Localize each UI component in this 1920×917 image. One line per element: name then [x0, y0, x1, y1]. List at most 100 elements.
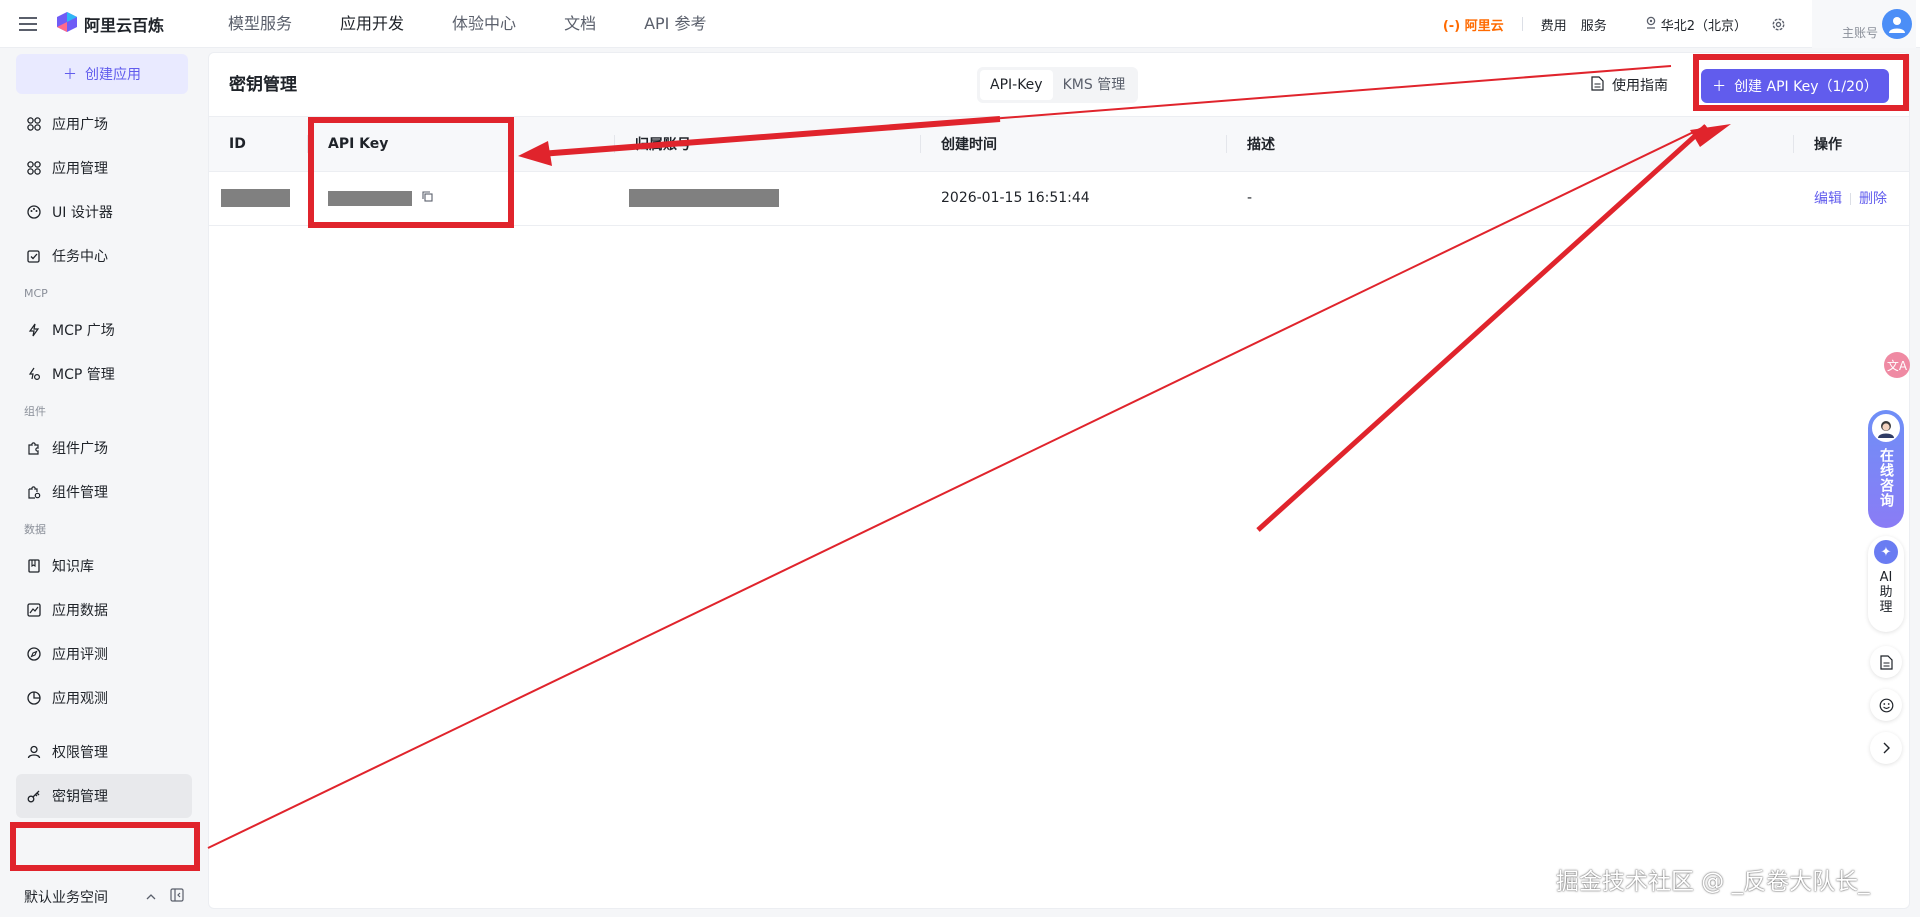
workspace-selector[interactable]: 默认业务空间	[16, 877, 192, 917]
lightning-icon	[26, 322, 42, 338]
billing-link[interactable]: 费用	[1541, 15, 1567, 34]
aliyun-logo[interactable]: (-) 阿里云	[1443, 15, 1504, 34]
sidebar-item-app-manage[interactable]: 应用管理	[16, 146, 192, 190]
region-selector[interactable]: 华北2（北京）	[1645, 15, 1747, 34]
translate-icon[interactable]: 文A	[1884, 352, 1910, 378]
usage-guide-label: 使用指南	[1612, 78, 1668, 94]
col-id: ID	[209, 117, 308, 172]
sidebar-item-label: 应用评测	[52, 647, 108, 663]
create-app-label: 创建应用	[85, 67, 141, 83]
smiley-feedback-icon[interactable]	[1870, 689, 1902, 721]
sidebar-item-mcp-manage[interactable]: MCP 管理	[16, 352, 192, 396]
sidebar-item-label: 应用数据	[52, 603, 108, 619]
settings-gear-icon[interactable]	[1771, 17, 1786, 32]
agent-avatar-icon	[1872, 414, 1900, 442]
collapse-sidebar-icon[interactable]	[170, 888, 184, 906]
sidebar-item-label: 组件广场	[52, 441, 108, 457]
pie-chart-icon	[26, 690, 42, 706]
col-created-time: 创建时间	[921, 117, 1227, 172]
redacted-api-key	[328, 190, 412, 206]
sidebar-item-label: 权限管理	[52, 745, 108, 761]
col-owner-label: 归属账号	[635, 136, 691, 153]
user-avatar-icon	[1882, 9, 1912, 39]
sidebar-item-label: 应用管理	[52, 161, 108, 177]
chevron-up-icon[interactable]	[146, 889, 156, 905]
create-app-button[interactable]: ＋ 创建应用	[16, 54, 188, 94]
palette-icon	[26, 204, 42, 220]
nav-app-dev[interactable]: 应用开发	[316, 0, 428, 48]
brand-logo[interactable]: 阿里云百炼	[56, 11, 164, 37]
sidebar-item-label: MCP 广场	[52, 323, 115, 339]
nav-docs[interactable]: 文档	[540, 0, 620, 48]
col-actions: 操作	[1794, 117, 1909, 172]
plus-icon: ＋	[1712, 79, 1727, 95]
sidebar-item-component-plaza[interactable]: 组件广场	[16, 426, 192, 470]
cell-owner-account	[615, 171, 921, 226]
online-consult-button[interactable]: 在线咨询	[1868, 410, 1904, 528]
cell-created-time: 2026-01-15 16:51:44	[921, 171, 1227, 226]
user-icon	[26, 744, 42, 760]
sidebar-item-label: 任务中心	[52, 249, 108, 265]
edit-link[interactable]: 编辑	[1814, 191, 1842, 207]
sidebar-item-permissions[interactable]: 权限管理	[16, 730, 192, 774]
sidebar-item-label: 应用广场	[52, 117, 108, 133]
sidebar-item-label: UI 设计器	[52, 205, 113, 221]
sidebar-item-key-manage[interactable]: 密钥管理	[16, 774, 192, 818]
sidebar-item-ui-designer[interactable]: UI 设计器	[16, 190, 192, 234]
brand-name: 阿里云百炼	[84, 15, 165, 35]
page-title: 密钥管理	[229, 75, 297, 95]
sidebar-item-component-manage[interactable]: 组件管理	[16, 470, 192, 514]
sidebar-item-app-plaza[interactable]: 应用广场	[16, 102, 192, 146]
nav-api-ref[interactable]: API 参考	[620, 0, 730, 48]
tab-kms[interactable]: KMS 管理	[1053, 70, 1136, 100]
sidebar-item-app-data[interactable]: 应用数据	[16, 588, 192, 632]
key-icon	[26, 788, 42, 804]
cell-id	[209, 171, 308, 226]
sidebar-item-app-observe[interactable]: 应用观测	[16, 676, 192, 720]
chevron-right-icon[interactable]	[1870, 732, 1902, 764]
col-created-label: 创建时间	[941, 136, 997, 153]
sidebar-item-knowledge-base[interactable]: 知识库	[16, 544, 192, 588]
tab-api-key[interactable]: API-Key	[980, 70, 1053, 100]
hamburger-menu-icon[interactable]	[0, 0, 56, 48]
region-label: 华北2（北京）	[1660, 18, 1747, 34]
redacted-account	[629, 189, 779, 207]
puzzle-icon	[26, 440, 42, 456]
workspace-controls	[146, 888, 184, 906]
redacted-id	[221, 189, 290, 207]
col-description: 描述	[1227, 117, 1794, 172]
sidebar-item-label: 知识库	[52, 559, 94, 575]
online-consult-label: 在线咨询	[1878, 448, 1894, 508]
task-icon	[26, 248, 42, 264]
doc-float-icon[interactable]	[1870, 646, 1902, 678]
account-menu[interactable]: 主账号	[1811, 0, 1916, 48]
create-api-key-button[interactable]: ＋ 创建 API Key（1/20）	[1701, 69, 1889, 103]
watermark-text: 掘金技术社区 @ _反卷大队长_	[1556, 869, 1870, 895]
sidebar-item-label: MCP 管理	[52, 367, 115, 383]
sidebar-item-app-eval[interactable]: 应用评测	[16, 632, 192, 676]
copy-icon[interactable]	[422, 190, 434, 206]
chart-icon	[26, 602, 42, 618]
document-icon	[1591, 75, 1604, 95]
usage-guide-link[interactable]: 使用指南	[1591, 53, 1668, 117]
nav-experience[interactable]: 体验中心	[428, 0, 540, 48]
col-api-key: API Key	[308, 117, 615, 172]
ai-assistant-button[interactable]: ✦ AI 助理	[1868, 536, 1904, 632]
plus-icon: ＋	[63, 67, 77, 83]
divider	[1850, 193, 1851, 205]
sidebar-item-mcp-plaza[interactable]: MCP 广场	[16, 308, 192, 352]
sidebar-item-label: 组件管理	[52, 485, 108, 501]
nav-model-service[interactable]: 模型服务	[204, 0, 316, 48]
top-nav: 模型服务 应用开发 体验中心 文档 API 参考	[204, 0, 730, 48]
cell-api-key	[308, 171, 615, 226]
sidebar-item-task-center[interactable]: 任务中心	[16, 234, 192, 278]
col-actions-label: 操作	[1814, 136, 1842, 153]
ai-assistant-label: AI 助理	[1879, 570, 1893, 615]
col-owner-account: 归属账号	[615, 117, 921, 172]
location-pin-icon	[1645, 16, 1657, 33]
top-bar: 阿里云百炼 模型服务 应用开发 体验中心 文档 API 参考 (-) 阿里云 费…	[0, 0, 1920, 48]
delete-link[interactable]: 删除	[1859, 191, 1887, 207]
sidebar-item-label: 密钥管理	[52, 789, 108, 805]
service-link[interactable]: 服务	[1581, 15, 1607, 34]
